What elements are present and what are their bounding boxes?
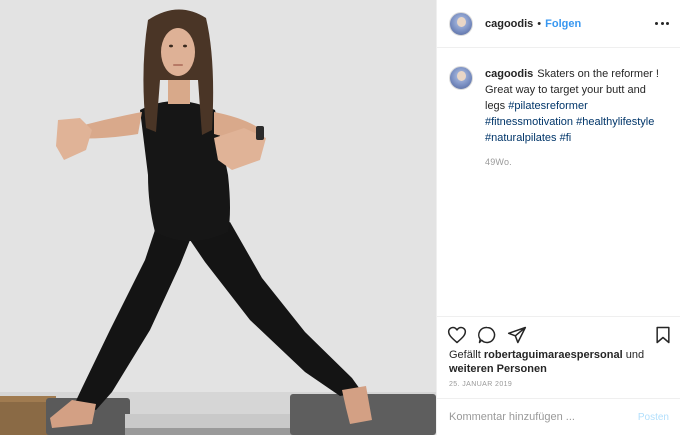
- likes-others-link[interactable]: weiteren Personen: [449, 363, 547, 375]
- caption-username[interactable]: cagoodis: [485, 68, 533, 80]
- post-image[interactable]: [0, 0, 436, 435]
- caption-timestamp[interactable]: 49Wo.: [485, 154, 669, 170]
- likes-summary: Gefällt robertaguimaraespersonal und wei…: [449, 348, 669, 376]
- likes-user-link[interactable]: robertaguimaraespersonal: [484, 349, 623, 361]
- caption: cagoodis Skaters on the reformer ! Great …: [449, 66, 669, 170]
- woman-exercising-illustration: [0, 0, 436, 435]
- heart-icon[interactable]: [447, 325, 467, 345]
- more-options-icon[interactable]: [655, 16, 669, 30]
- avatar[interactable]: [449, 11, 473, 36]
- username-link[interactable]: cagoodis: [485, 18, 533, 30]
- post-date[interactable]: 25. Januar 2019: [449, 381, 512, 388]
- post-sidebar: cagoodis • Folgen cagoodis Skaters on the…: [436, 0, 680, 435]
- separator-dot: •: [537, 17, 542, 30]
- comment-box: Posten: [437, 398, 680, 435]
- send-icon[interactable]: [507, 325, 527, 345]
- post-comment-button[interactable]: Posten: [638, 412, 669, 423]
- follow-button[interactable]: Folgen: [545, 18, 581, 30]
- likes-mid: und: [625, 349, 645, 361]
- post-header: cagoodis • Folgen: [437, 0, 680, 48]
- likes-prefix: Gefällt: [449, 349, 481, 361]
- action-bar: [437, 316, 680, 350]
- comment-icon[interactable]: [477, 325, 497, 345]
- caption-hashtags[interactable]: #pilatesreformer #fitnessmotivation #hea…: [485, 100, 654, 144]
- bookmark-icon[interactable]: [653, 325, 673, 345]
- caption-body: cagoodis Skaters on the reformer ! Great …: [485, 66, 669, 170]
- comment-input[interactable]: [449, 411, 638, 423]
- caption-avatar[interactable]: [449, 66, 473, 90]
